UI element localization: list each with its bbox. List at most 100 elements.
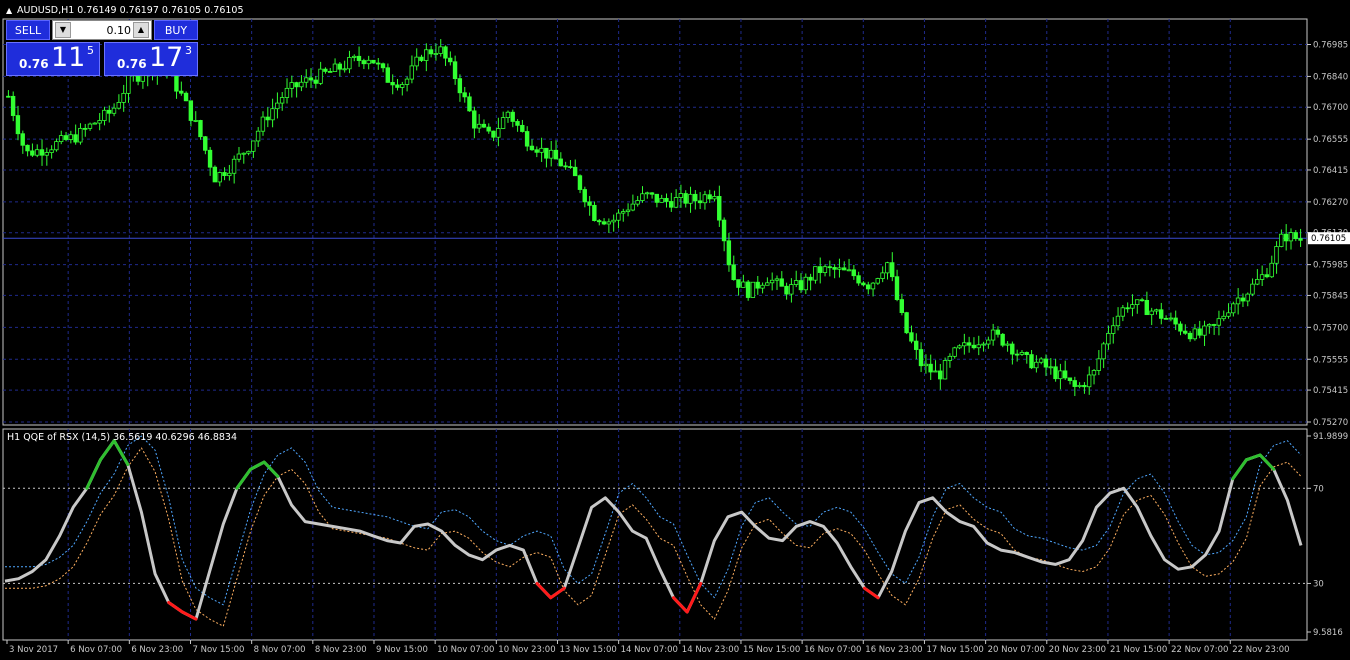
time-axis: 3 Nov 2017 6 Nov 07:00 6 Nov 23:00 7 Nov 15…: [6, 640, 1290, 655]
candle: [371, 59, 376, 64]
candle: [789, 278, 794, 303]
candle: [914, 333, 919, 360]
lot-decrease-icon[interactable]: ▼: [55, 22, 71, 38]
candle: [669, 192, 674, 212]
candle: [1250, 278, 1255, 297]
indicator-tick-label: 9.5816: [1313, 628, 1343, 638]
candle: [1192, 324, 1198, 341]
candle: [1269, 255, 1274, 279]
buy-button[interactable]: BUY: [154, 20, 198, 40]
candle: [1120, 304, 1125, 322]
candle: [798, 273, 804, 294]
candle: [909, 325, 914, 344]
candle: [20, 130, 25, 154]
candle: [1235, 288, 1241, 315]
candle: [375, 58, 381, 70]
candle: [63, 131, 69, 142]
candle: [10, 91, 16, 122]
qqe-overbought-segment: [249, 460, 266, 471]
lot-size-input[interactable]: [73, 22, 133, 38]
candle: [1149, 307, 1154, 326]
qqe-oversold-segment: [167, 600, 184, 614]
candle: [553, 140, 559, 160]
candle: [462, 86, 467, 103]
time-label: 10 Nov 07:00: [437, 645, 494, 655]
chart-triangle-icon[interactable]: ▲: [6, 6, 13, 15]
candle: [44, 147, 49, 166]
time-label: 22 Nov 07:00: [1171, 645, 1228, 655]
candle: [769, 272, 775, 291]
candle: [92, 122, 97, 125]
candle: [1216, 310, 1222, 336]
candle: [822, 264, 828, 277]
candle: [1067, 377, 1073, 385]
candle: [731, 255, 736, 281]
candle: [592, 201, 597, 222]
qqe-overbought-segment: [262, 460, 280, 478]
candle: [1163, 315, 1169, 320]
chart-canvas[interactable]: 0.769850.768400.767000.765550.764150.762…: [0, 0, 1350, 660]
candle: [275, 92, 280, 119]
buy-quote-button[interactable]: 0.76 17 3: [104, 42, 198, 76]
candle: [774, 275, 780, 290]
candle: [102, 106, 107, 126]
candle: [673, 189, 679, 209]
candle: [865, 281, 871, 295]
candle: [380, 62, 386, 73]
candle: [323, 67, 328, 74]
candle: [784, 282, 789, 300]
candle: [87, 122, 93, 131]
time-label: 20 Nov 23:00: [1049, 645, 1106, 655]
candle: [625, 203, 631, 217]
candle: [1000, 333, 1005, 348]
candle: [289, 75, 294, 98]
candle: [957, 344, 962, 350]
candle: [832, 264, 837, 279]
qqe-oversold-segment: [180, 610, 198, 621]
candle: [476, 114, 482, 134]
candle: [25, 144, 30, 157]
sell-button[interactable]: SELL: [6, 20, 50, 40]
candle: [1211, 323, 1217, 335]
time-label: 20 Nov 07:00: [988, 645, 1045, 655]
candle: [966, 336, 972, 353]
candle: [962, 333, 967, 355]
qqe-overbought-segment: [85, 458, 102, 490]
candle: [1053, 358, 1058, 382]
candle: [1125, 302, 1130, 313]
candle: [885, 261, 890, 280]
price-tick-label: 0.76985: [1313, 41, 1348, 51]
qqe-lower-trail-line: [5, 447, 1302, 627]
candle: [577, 174, 583, 194]
main-chart-frame: [2, 18, 1308, 426]
candle: [279, 92, 285, 111]
candle: [880, 266, 885, 283]
candle: [351, 54, 357, 62]
candle: [1259, 265, 1265, 287]
candle: [1178, 321, 1183, 336]
buy-quote-pips: 17: [149, 42, 184, 73]
candle: [760, 282, 765, 294]
candle: [356, 46, 362, 67]
candle: [121, 84, 126, 112]
candle: [409, 55, 415, 84]
candle: [587, 196, 592, 216]
candle: [337, 61, 342, 77]
lot-increase-icon[interactable]: ▲: [133, 22, 149, 38]
candle: [1096, 350, 1101, 376]
candle: [1101, 341, 1106, 369]
candle: [736, 279, 741, 296]
candle: [448, 51, 453, 66]
buy-quote-prefix: 0.76: [117, 57, 147, 71]
sell-quote-button[interactable]: 0.76 11 5: [6, 42, 100, 76]
qqe-overbought-segment: [1244, 453, 1262, 462]
qqe-oversold-segment: [535, 581, 553, 600]
candle: [515, 119, 520, 132]
candle: [947, 353, 953, 368]
time-label: 8 Nov 07:00: [254, 645, 306, 655]
qqe-oversold-segment: [862, 586, 880, 600]
time-label: 15 Nov 15:00: [743, 645, 800, 655]
candle: [976, 335, 981, 356]
candle: [534, 146, 539, 158]
candle: [505, 110, 511, 123]
